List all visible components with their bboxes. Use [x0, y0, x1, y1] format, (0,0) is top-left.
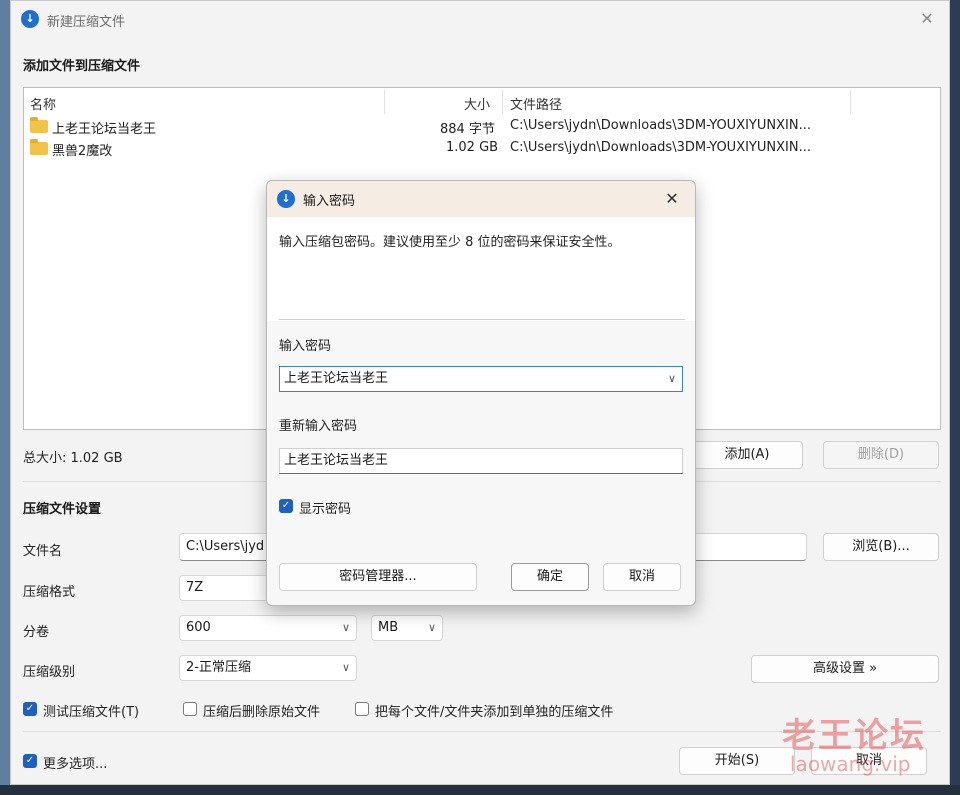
test-archive-checkbox[interactable]: ✓ — [23, 702, 37, 716]
file-list-header: 名称 大小 文件路径 — [24, 88, 940, 116]
filename-label: 文件名 — [23, 544, 63, 559]
password-dialog: ↓ 输入密码 ✕ 输入压缩包密码。建议使用至少 8 位的密码来保证安全性。 输入… — [266, 180, 696, 606]
file-name: 上老王论坛当老王 — [52, 122, 157, 137]
table-row[interactable]: 上老王论坛当老王 884 字节 C:\Users\jydn\Downloads\… — [24, 116, 940, 138]
dialog-close-icon[interactable]: ✕ — [659, 186, 685, 212]
column-separator[interactable] — [502, 90, 503, 114]
level-label: 压缩级别 — [23, 665, 76, 680]
compression-level-value: 2-正常压缩 — [186, 660, 251, 675]
file-path: C:\Users\jydn\Downloads\3DM-YOUXIYUNXIN.… — [510, 118, 811, 133]
add-files-section-title: 添加文件到压缩文件 — [23, 59, 141, 74]
volume-unit-select[interactable]: MB ∨ — [371, 615, 443, 641]
dialog-divider — [279, 319, 685, 320]
column-separator[interactable] — [384, 90, 385, 114]
column-header-size[interactable]: 大小 — [464, 94, 490, 113]
password-input[interactable]: 上老王论坛当老王 ∨ — [279, 366, 683, 392]
password-input-value: 上老王论坛当老王 — [284, 371, 389, 386]
password-label: 输入密码 — [279, 339, 332, 354]
show-password-checkbox[interactable]: ✓ — [279, 499, 293, 513]
format-label: 压缩格式 — [23, 585, 76, 600]
dialog-description-area: 输入压缩包密码。建议使用至少 8 位的密码来保证安全性。 — [267, 217, 695, 321]
desktop-background-bottom — [0, 785, 960, 795]
dialog-title: 输入密码 — [303, 194, 356, 209]
chevron-down-icon: ∨ — [427, 621, 436, 634]
delete-after-label[interactable]: 压缩后删除原始文件 — [203, 701, 320, 720]
folder-icon — [30, 139, 48, 155]
window-title: 新建压缩文件 — [47, 15, 126, 30]
compression-level-select[interactable]: 2-正常压缩 ∨ — [179, 655, 357, 681]
app-logo-icon: ↓ — [277, 190, 295, 208]
file-size: 1.02 GB — [446, 140, 499, 155]
volume-size-value: 600 — [186, 620, 211, 635]
volume-label: 分卷 — [23, 625, 50, 640]
add-button[interactable]: 添加(A) — [691, 441, 803, 469]
file-size: 884 字节 — [440, 122, 495, 137]
dialog-cancel-button[interactable]: 取消 — [603, 563, 681, 591]
browse-button[interactable]: 浏览(B)... — [823, 533, 939, 561]
chevron-down-icon[interactable]: ∨ — [668, 367, 676, 391]
delete-button[interactable]: 删除(D) — [823, 441, 939, 469]
window-close-icon[interactable]: ✕ — [915, 7, 939, 31]
more-options-label[interactable]: 更多选项... — [43, 753, 107, 772]
chevron-down-icon: ∨ — [341, 661, 350, 674]
app-logo-icon: ↓ — [21, 10, 39, 28]
watermark-url: laowang.vip — [790, 752, 911, 776]
confirm-password-label: 重新输入密码 — [279, 419, 358, 434]
desktop-background-left — [0, 0, 10, 795]
password-manager-button[interactable]: 密码管理器... — [279, 563, 477, 591]
column-header-name[interactable]: 名称 — [30, 94, 56, 113]
file-name: 黑兽2魔改 — [52, 144, 113, 159]
ok-button[interactable]: 确定 — [511, 563, 589, 591]
window-titlebar: ↓ 新建压缩文件 ✕ — [11, 1, 949, 37]
table-row[interactable]: 黑兽2魔改 1.02 GB C:\Users\jydn\Downloads\3D… — [24, 138, 940, 160]
format-select[interactable]: 7Z — [179, 575, 269, 601]
advanced-settings-button[interactable]: 高级设置 » — [751, 655, 939, 683]
chevron-down-icon: ∨ — [341, 621, 350, 634]
dialog-description: 输入压缩包密码。建议使用至少 8 位的密码来保证安全性。 — [279, 235, 621, 250]
start-button[interactable]: 开始(S) — [679, 747, 795, 775]
column-header-path[interactable]: 文件路径 — [510, 94, 562, 113]
separate-archives-checkbox[interactable] — [355, 702, 369, 716]
test-archive-label[interactable]: 测试压缩文件(T) — [43, 701, 139, 720]
volume-size-select[interactable]: 600 ∨ — [179, 615, 357, 641]
folder-icon — [30, 117, 48, 133]
format-select-value: 7Z — [186, 580, 204, 595]
separate-archives-label[interactable]: 把每个文件/文件夹添加到单独的压缩文件 — [375, 701, 613, 720]
delete-after-checkbox[interactable] — [183, 702, 197, 716]
volume-unit-value: MB — [378, 620, 399, 635]
column-separator[interactable] — [850, 90, 851, 114]
confirm-password-input[interactable]: 上老王论坛当老王 — [279, 448, 683, 474]
more-options-checkbox[interactable]: ✓ — [23, 754, 37, 768]
settings-section-title: 压缩文件设置 — [23, 502, 102, 517]
watermark-logo: 老王论坛 — [782, 716, 926, 756]
confirm-password-value: 上老王论坛当老王 — [284, 453, 389, 468]
total-size-label: 总大小: 1.02 GB — [23, 451, 123, 466]
dialog-titlebar: ↓ 输入密码 ✕ — [267, 181, 695, 217]
show-password-label[interactable]: 显示密码 — [299, 498, 351, 517]
file-path: C:\Users\jydn\Downloads\3DM-YOUXIYUNXIN.… — [510, 140, 811, 155]
